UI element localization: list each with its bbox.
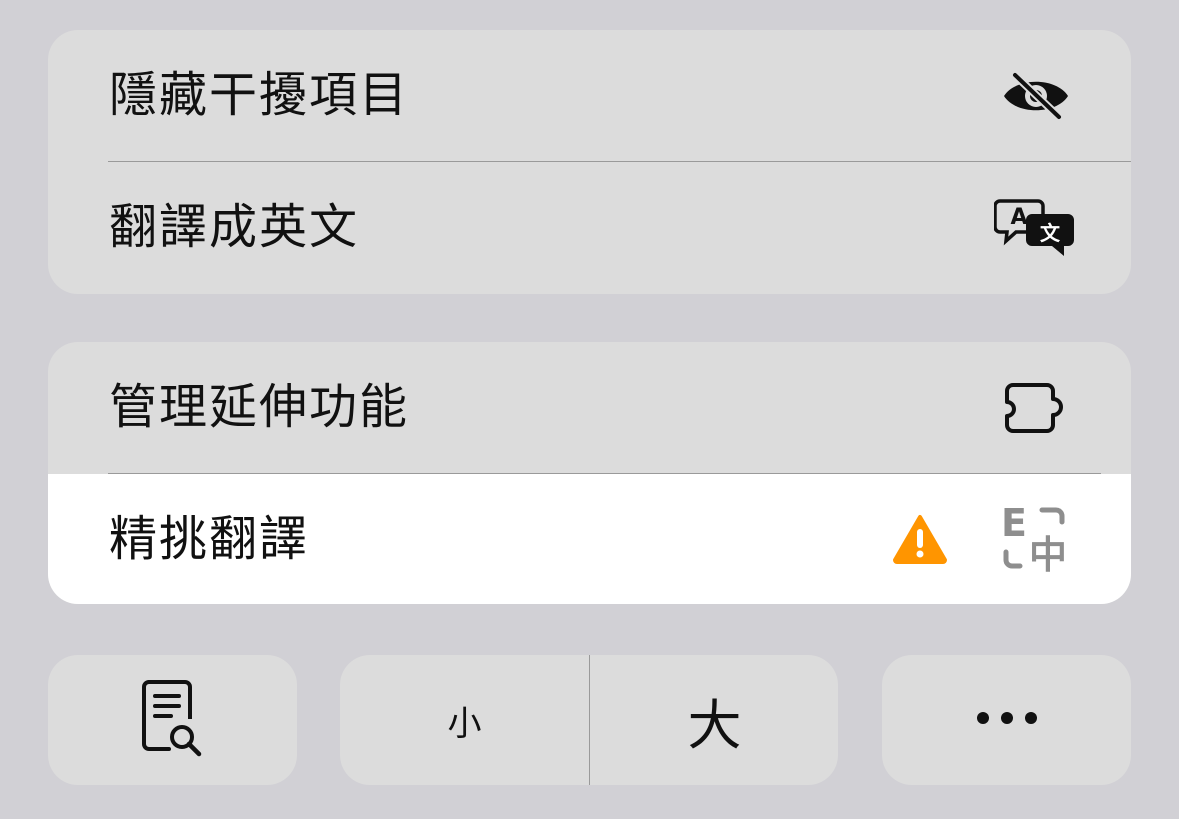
decrease-font-size-button[interactable]: 小	[340, 655, 589, 785]
svg-text:文: 文	[1040, 221, 1061, 245]
manage-extensions-row[interactable]: 管理延伸功能	[48, 342, 1131, 473]
english-chinese-translate-icon: E 中	[996, 474, 1076, 604]
reader-button[interactable]	[48, 655, 297, 785]
selected-translation-row[interactable]: 精挑翻譯 E 中	[48, 474, 1131, 604]
manage-extensions-label: 管理延伸功能	[109, 379, 410, 435]
font-size-control: 小 大	[340, 655, 838, 785]
menu-group-1: 隱藏干擾項目 翻譯成英文 A 文	[48, 30, 1131, 294]
menu-group-2: 管理延伸功能 精挑翻譯 E 中	[48, 342, 1131, 604]
font-large-label: 大	[687, 693, 742, 757]
translate-icon: A 文	[992, 162, 1078, 293]
increase-font-size-button[interactable]: 大	[590, 655, 838, 785]
svg-text:E: E	[1001, 502, 1027, 545]
more-button[interactable]	[882, 655, 1131, 785]
puzzle-extension-icon	[1002, 342, 1072, 473]
hide-distracting-items-label: 隱藏干擾項目	[109, 67, 410, 123]
svg-text:A: A	[1010, 205, 1027, 230]
translate-to-english-row[interactable]: 翻譯成英文 A 文	[48, 162, 1131, 293]
selected-translation-label: 精挑翻譯	[109, 511, 310, 567]
reader-document-search-icon	[141, 679, 205, 761]
font-small-label: 小	[447, 703, 482, 744]
svg-text:中: 中	[1029, 533, 1067, 576]
translate-to-english-label: 翻譯成英文	[109, 199, 360, 255]
hide-distracting-items-row[interactable]: 隱藏干擾項目	[48, 30, 1131, 161]
warning-triangle-icon	[890, 474, 950, 604]
ellipsis-icon	[975, 710, 1039, 730]
eye-slash-icon	[998, 30, 1074, 161]
